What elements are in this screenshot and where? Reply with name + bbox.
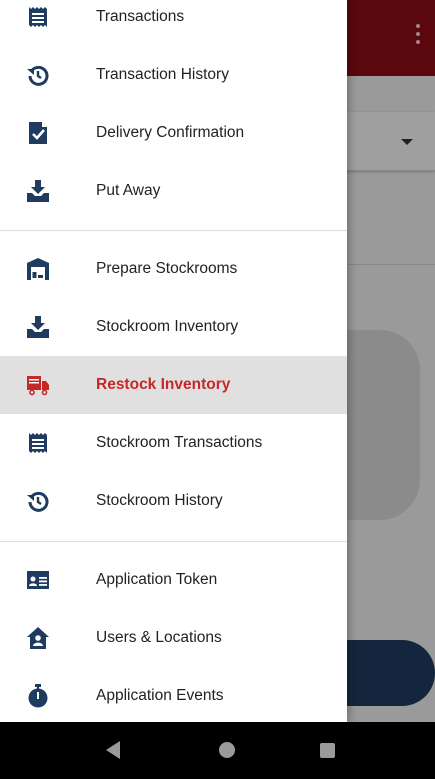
receipt-icon [26,431,50,455]
drawer-item-label: Restock Inventory [96,376,231,393]
tray-download-icon [26,315,50,339]
drawer-item-label: Transaction History [96,66,229,83]
drawer-item-transactions[interactable]: Transactions [0,0,347,46]
drawer-item-label: Delivery Confirmation [96,124,245,141]
home-circle-icon[interactable] [219,742,235,758]
drawer-item-transaction-history[interactable]: Transaction History [0,46,347,104]
drawer-divider [0,541,347,542]
drawer-item-label: Application Events [96,687,224,704]
drawer-item-put-away[interactable]: Put Away [0,162,347,220]
drawer-item-users-locations[interactable]: Users & Locations [0,609,347,667]
back-triangle-icon[interactable] [106,741,120,759]
truck-icon [26,373,50,397]
drawer-item-label: Users & Locations [96,629,222,646]
drawer-item-delivery-confirmation[interactable]: Delivery Confirmation [0,104,347,162]
drawer-item-label: Put Away [96,182,161,199]
home-user-icon [26,626,50,650]
drawer-item-label: Transactions [96,8,185,25]
drawer-item-application-events[interactable]: Application Events [0,667,347,725]
history-icon [26,489,50,513]
system-nav-bar [0,722,435,779]
drawer-item-application-token[interactable]: Application Token [0,551,347,609]
history-icon [26,63,50,87]
drawer-item-stockroom-transactions[interactable]: Stockroom Transactions [0,414,347,472]
drawer-item-label: Stockroom Inventory [96,318,239,335]
drawer-item-stockroom-history[interactable]: Stockroom History [0,472,347,530]
drawer-item-prepare-stockrooms[interactable]: Prepare Stockrooms [0,240,347,298]
tray-download-icon [26,179,50,203]
drawer-item-label: Application Token [96,571,218,588]
drawer-item-label: Stockroom History [96,492,223,509]
id-card-icon [26,568,50,592]
drawer-item-label: Stockroom Transactions [96,434,263,451]
document-check-icon [26,121,50,145]
drawer-item-stockroom-inventory[interactable]: Stockroom Inventory [0,298,347,356]
recents-square-icon[interactable] [320,743,335,758]
drawer-divider [0,230,347,231]
stopwatch-icon [26,684,50,708]
drawer-item-restock-inventory[interactable]: Restock Inventory [0,356,347,414]
receipt-icon [26,5,50,29]
drawer-item-label: Prepare Stockrooms [96,260,238,277]
warehouse-icon [26,257,50,281]
navigation-drawer: Transactions Transaction History Deliver… [0,0,347,722]
